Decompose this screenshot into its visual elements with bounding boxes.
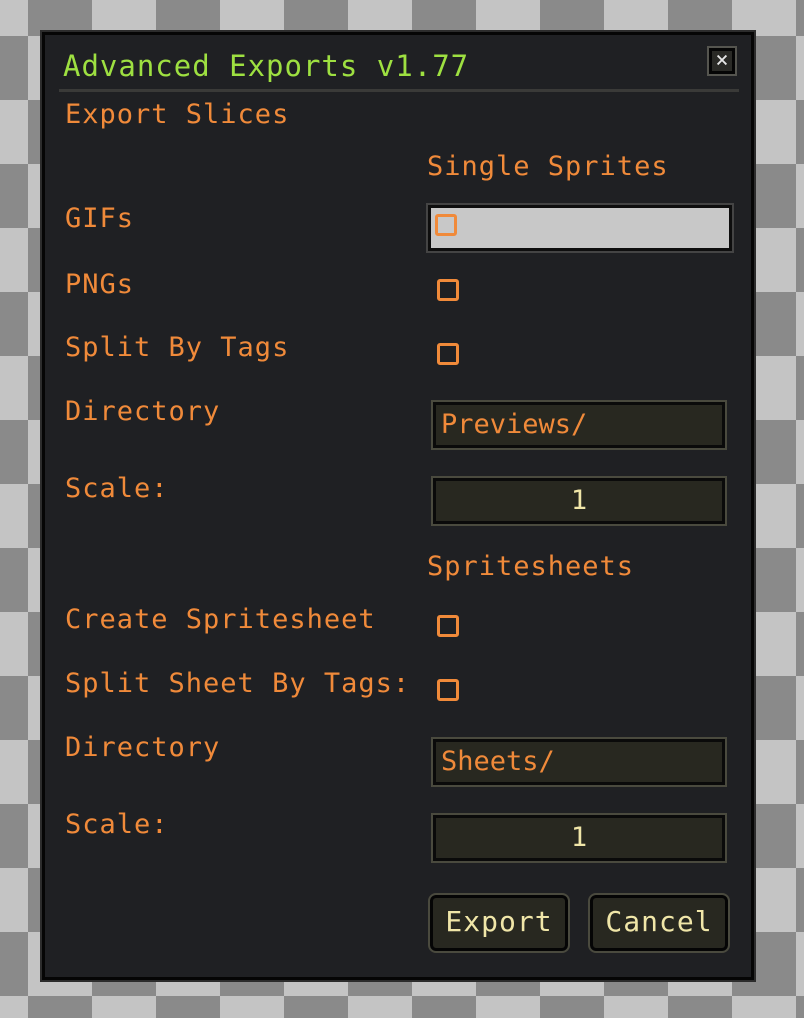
create-spritesheet-checkbox[interactable] (437, 615, 459, 637)
gifs-checkbox[interactable] (435, 214, 457, 236)
pngs-label: PNGs (65, 269, 135, 300)
split-by-tags-checkbox[interactable] (437, 343, 459, 365)
pngs-checkbox[interactable] (437, 279, 459, 301)
split-sheet-by-tags-label: Split Sheet By Tags: (65, 668, 411, 699)
section-title: Export Slices (65, 99, 290, 130)
gifs-row-highlight[interactable] (426, 203, 734, 253)
advanced-exports-dialog: Advanced Exports v1.77 × Export Slices S… (40, 30, 756, 982)
sheets-directory-input[interactable]: Sheets/ (431, 737, 727, 787)
cancel-button[interactable]: Cancel (588, 893, 730, 953)
split-by-tags-label: Split By Tags (65, 332, 290, 363)
close-icon[interactable]: × (707, 46, 737, 76)
directory-label: Directory (65, 396, 221, 427)
directory-input[interactable]: Previews/ (431, 400, 727, 450)
spritesheets-header: Spritesheets (427, 551, 635, 582)
sheets-scale-input[interactable]: 1 (431, 813, 727, 863)
create-spritesheet-label: Create Spritesheet (65, 604, 376, 635)
scale-input[interactable]: 1 (431, 476, 727, 526)
export-button[interactable]: Export (428, 893, 570, 953)
title-bar[interactable]: Advanced Exports v1.77 × (59, 45, 739, 92)
sheets-scale-label: Scale: (65, 809, 169, 840)
gifs-label: GIFs (65, 203, 135, 234)
sheets-directory-label: Directory (65, 732, 221, 763)
split-sheet-by-tags-checkbox[interactable] (437, 679, 459, 701)
scale-label: Scale: (65, 473, 169, 504)
dialog-title: Advanced Exports v1.77 (63, 49, 470, 83)
single-sprites-header: Single Sprites (427, 151, 669, 182)
